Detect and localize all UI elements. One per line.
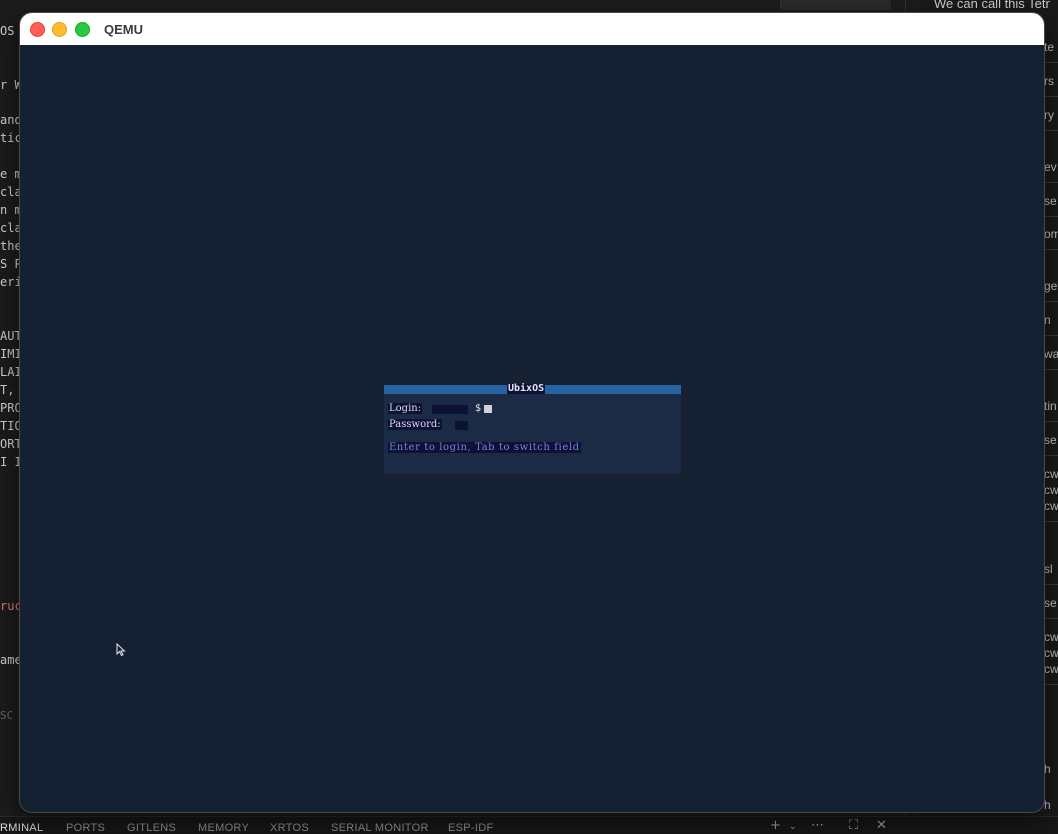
right-panel-fragment: h: [1044, 798, 1051, 812]
right-panel-fragment: ry: [1044, 108, 1054, 122]
chevron-down-icon[interactable]: ⌄: [789, 822, 797, 832]
right-panel-fragment: cw: [1044, 646, 1058, 660]
editor-line: ORT: [0, 437, 22, 451]
login-field[interactable]: [432, 405, 468, 414]
tab-gitlens[interactable]: GITLENS: [127, 822, 176, 834]
tab-serial-monitor[interactable]: SERIAL MONITOR: [331, 822, 429, 834]
right-panel-fragment: se: [1044, 596, 1057, 610]
password-label: Password:: [388, 419, 442, 430]
login-label: Login:: [388, 403, 423, 414]
password-field[interactable]: [455, 421, 468, 430]
login-hint: Enter to login, Tab to switch field: [388, 442, 581, 453]
right-panel-fragment: cw: [1044, 630, 1058, 644]
maximize-panel-icon[interactable]: ⛶: [849, 818, 858, 833]
login-header-bar: UbixOS: [384, 383, 681, 394]
right-panel-fragment: rs: [1044, 74, 1054, 88]
minimize-window-button[interactable]: [52, 22, 67, 37]
window-titlebar[interactable]: QEMU: [20, 13, 1044, 46]
add-terminal-icon[interactable]: +: [770, 818, 781, 833]
right-panel-fragment: te: [1044, 40, 1055, 54]
tab-xrtos[interactable]: XRTOS: [270, 822, 309, 834]
right-panel-fragment: wa: [1044, 347, 1058, 361]
mouse-pointer-icon: [116, 643, 126, 657]
more-icon[interactable]: ⋯: [811, 818, 824, 833]
right-panel-fragment: se: [1044, 433, 1057, 447]
right-panel-fragment: cw: [1044, 662, 1058, 676]
editor-line: the: [0, 239, 22, 253]
editor-line: LAI: [0, 365, 22, 379]
right-panel-fragment: cw: [1044, 499, 1058, 513]
maximize-window-button[interactable]: [75, 22, 90, 37]
right-panel-text: We can call this Tetr: [934, 0, 1050, 11]
right-panel-fragment: se: [1044, 194, 1057, 208]
editor-line: ruc: [0, 599, 22, 613]
minimap[interactable]: [780, 0, 891, 10]
editor-line: and: [0, 113, 22, 127]
login-dialog: UbixOS Login: $ Password: Enter to login…: [384, 383, 681, 474]
right-panel-fragment: sl: [1044, 562, 1053, 576]
editor-line: SC: [0, 709, 14, 722]
right-panel-fragment: om: [1044, 227, 1058, 241]
window-title: QEMU: [104, 22, 143, 37]
tab-terminal[interactable]: RMINAL: [0, 822, 43, 834]
editor-line: T,: [0, 383, 15, 397]
right-panel-fragment: cw: [1044, 467, 1058, 481]
close-panel-icon[interactable]: ✕: [876, 818, 887, 833]
right-panel-fragment: n: [1044, 313, 1051, 327]
emulator-screen[interactable]: UbixOS Login: $ Password: Enter to login…: [20, 45, 1044, 812]
close-window-button[interactable]: [30, 22, 45, 37]
editor-line: tic: [0, 131, 22, 145]
editor-line: AUT: [0, 329, 22, 343]
right-panel-fragment: cw: [1044, 483, 1058, 497]
right-panel-fragment: get: [1044, 279, 1058, 293]
right-panel-fragment: ev: [1044, 160, 1057, 174]
tab-esp-idf[interactable]: ESP-IDF: [448, 822, 494, 834]
prompt-symbol: $: [475, 403, 482, 414]
qemu-window: QEMU UbixOS Login: $ Password: Enter to …: [20, 13, 1044, 812]
right-panel-fragment: h: [1044, 762, 1051, 776]
tab-memory[interactable]: MEMORY: [198, 822, 249, 834]
text-cursor: [484, 405, 492, 413]
right-panel-fragment: tin: [1044, 399, 1057, 413]
tab-ports[interactable]: PORTS: [66, 822, 105, 834]
login-title: UbixOS: [507, 383, 546, 394]
